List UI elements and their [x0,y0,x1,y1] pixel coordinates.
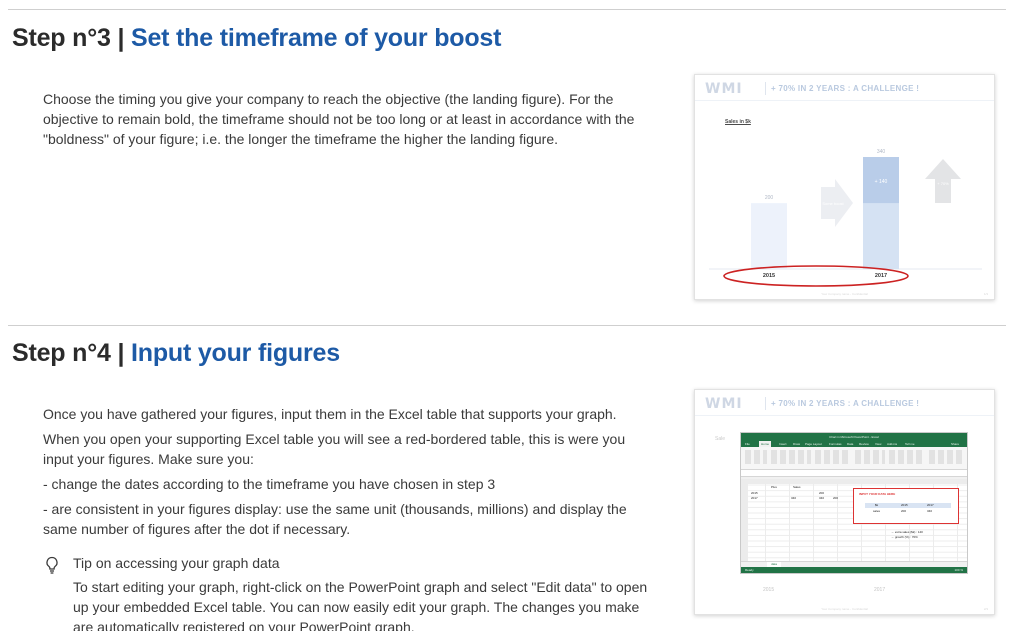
bar-2015 [751,203,787,269]
excel-status-bar: Ready 100 % [741,567,967,573]
excel-window: Chart in Microsoft PowerPoint - Excel Fi… [740,432,968,574]
cell-small-2[interactable]: 200 [833,496,838,500]
step4-slide-thumbnail[interactable]: WMI + 70% IN 2 YEARS : A CHALLENGE ! Sal… [694,389,995,615]
cell-small-1[interactable]: 340 [791,496,796,500]
row-header-column [741,479,748,561]
sales-bar-chart: 200 2015 340 2017 + 140 Some boost + 70% [709,149,982,287]
cell-year-1[interactable]: 2015 [751,491,758,495]
zoom-level: 100 % [954,568,963,572]
cell-plus-header[interactable]: Plus [771,485,777,489]
step3-separator: | [117,24,125,52]
slide-page-number: 1/3 [983,292,988,296]
bar-value-label-2017: 340 [877,149,886,155]
slide-banner: + 70% IN 2 YEARS : A CHALLENGE ! [771,399,920,408]
cell-value-1[interactable]: 200 [819,491,824,495]
tip-title: Tip on accessing your graph data [73,555,280,571]
step4-separator: | [117,339,125,367]
step4-number: Step n°4 [12,339,111,367]
excel-grid[interactable]: Plus Sales 2015 2017 200 340 340 200 INP… [741,479,967,561]
cell-sales-header[interactable]: Sales [793,485,801,489]
extra-sales-note: → extra sales ($k) : 140 [891,530,923,534]
wmi-logo: WMI [705,396,743,412]
formula-bar[interactable] [741,470,967,477]
step4-bullet-2: - are consistent in your figures display… [43,501,627,537]
chart-title-peek: Sale [715,436,726,442]
step4-paragraph-2: When you open your supporting Excel tabl… [43,431,626,467]
input-row-label[interactable]: sales [873,509,880,513]
slide-footer: Your Company name - Confidential [821,607,868,611]
step4-title: Input your figures [131,339,340,367]
input-head-year-2[interactable]: 2017 [927,503,934,507]
growth-arrow-label: + 70% [937,181,949,186]
input-head-year-1[interactable]: 2015 [901,503,908,507]
step3-title: Set the timeframe of your boost [131,24,502,52]
boost-label: + 140 [875,179,888,185]
step3-paragraph: Choose the timing you give your company … [43,91,635,147]
cell-year-2[interactable]: 2017 [751,496,758,500]
input-head-unit[interactable]: $k [875,503,878,507]
section-divider [8,9,1006,10]
slide-footer: Your Company name - Confidential [821,292,868,296]
slide-page-number: 2/3 [983,607,988,611]
input-row-value-2[interactable]: 340 [927,509,932,513]
excel-titlebar: Chart in Microsoft PowerPoint - Excel [741,433,967,441]
step4-bullet-1: - change the dates according to the time… [43,476,496,492]
step3-slide-thumbnail[interactable]: WMI + 70% IN 2 YEARS : A CHALLENGE ! Sal… [694,74,995,300]
section-divider [8,325,1006,326]
cell-value-2[interactable]: 340 [819,496,824,500]
step3-heading: Step n°3 | Set the timeframe of your boo… [12,24,501,53]
column-header-row [741,479,967,484]
lightbulb-icon [46,556,58,574]
step4-heading: Step n°4 | Input your figures [12,339,340,368]
category-label-2017: 2017 [875,273,887,279]
category-label-2015: 2015 [763,273,775,279]
axis-label-2017: 2017 [874,587,886,593]
bar-value-label-2015: 200 [765,195,774,201]
excel-ribbon [741,447,967,470]
step3-number: Step n°3 [12,24,111,52]
input-row-value-1[interactable]: 200 [901,509,906,513]
step4-paragraph-1: Once you have gathered your figures, inp… [43,406,617,422]
slide-header: WMI + 70% IN 2 YEARS : A CHALLENGE ! [695,390,994,416]
boost-arrow-label: Some boost [822,201,844,206]
axis-label-2015: 2015 [763,587,775,593]
input-data-title: INPUT YOUR DATA HERE [859,492,896,496]
growth-note: → growth (%) : 70% [891,535,918,539]
status-ready: Ready [745,568,754,572]
logo-divider [765,397,766,410]
tip-body: To start editing your graph, right-click… [73,579,648,631]
